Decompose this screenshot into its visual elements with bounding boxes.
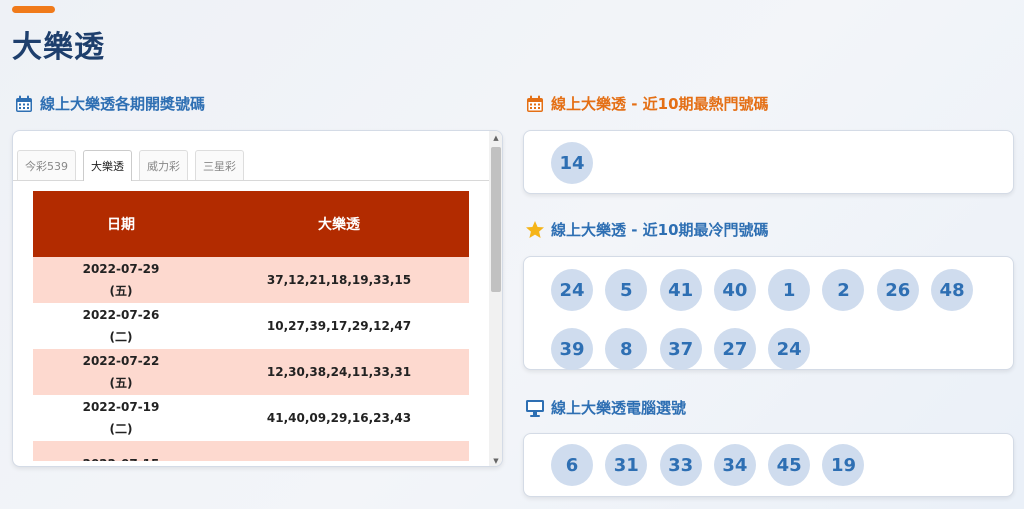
- number-ball: 39: [551, 328, 593, 370]
- computer-heading: 線上大樂透電腦選號: [525, 397, 686, 418]
- tab-lotto[interactable]: 大樂透: [83, 150, 132, 181]
- number-ball: 31: [605, 444, 648, 486]
- cold-heading: 線上大樂透 - 近10期最冷門號碼: [525, 219, 769, 240]
- number-ball: 41: [659, 269, 702, 311]
- row-date: 2022-07-26: [82, 308, 160, 322]
- row-date-cell: 2022-07-22 (五): [33, 349, 209, 395]
- lottery-tabs: 今彩539 大樂透 威力彩 三星彩: [13, 141, 489, 181]
- number-ball: 1: [768, 269, 811, 311]
- results-table-wrap: 日期 大樂透 2022-07-29 (五) 37,12,21,18,19,33,1…: [33, 191, 469, 461]
- number-ball: 6: [551, 444, 593, 486]
- tab-539[interactable]: 今彩539: [17, 150, 76, 180]
- scrollbar[interactable]: ▲ ▼: [489, 131, 502, 466]
- row-date-cell: 2022-07-26 (二): [33, 303, 209, 349]
- row-date: 2022-07-15: [33, 453, 209, 461]
- number-ball: 26: [876, 269, 919, 311]
- number-ball: 24: [768, 328, 811, 370]
- history-panel[interactable]: 今彩539 大樂透 威力彩 三星彩 日期 大樂透 2022-07-29 (五) 3…: [12, 130, 503, 467]
- cold-heading-label: 線上大樂透 - 近10期最冷門號碼: [551, 221, 769, 239]
- row-weekday: (二): [109, 330, 133, 344]
- column-header-numbers: 大樂透: [209, 191, 469, 257]
- row-weekday: (五): [109, 376, 133, 390]
- scroll-down-arrow-icon[interactable]: ▼: [489, 454, 502, 466]
- column-header-date: 日期: [33, 191, 209, 257]
- table-row: 2022-07-15: [33, 441, 469, 461]
- results-table: 日期 大樂透 2022-07-29 (五) 37,12,21,18,19,33,1…: [33, 191, 469, 461]
- calendar-icon: [525, 94, 545, 114]
- number-ball: 8: [605, 328, 648, 370]
- star-icon: [525, 220, 545, 240]
- row-numbers: 37,12,21,18,19,33,15: [209, 257, 469, 303]
- monitor-icon: [525, 398, 545, 418]
- number-ball: 45: [768, 444, 811, 486]
- number-ball: 34: [713, 444, 756, 486]
- row-date: 2022-07-22: [82, 354, 160, 368]
- row-numbers: 41,40,09,29,16,23,43: [209, 395, 469, 441]
- hot-heading-label: 線上大樂透 - 近10期最熱門號碼: [551, 95, 769, 113]
- row-weekday: (五): [109, 284, 133, 298]
- table-row: 2022-07-19 (二) 41,40,09,29,16,23,43: [33, 395, 469, 441]
- number-ball: 5: [605, 269, 648, 311]
- table-row: 2022-07-22 (五) 12,30,38,24,11,33,31: [33, 349, 469, 395]
- cold-numbers-card: 24 5 41 40 1 2 26 48 39 8 37 27 24: [523, 256, 1014, 370]
- row-date-cell: 2022-07-19 (二): [33, 395, 209, 441]
- hot-heading: 線上大樂透 - 近10期最熱門號碼: [525, 93, 769, 114]
- number-ball: 40: [713, 269, 756, 311]
- row-date-cell: 2022-07-15: [33, 441, 209, 461]
- row-date: 2022-07-29: [82, 262, 160, 276]
- number-ball: 33: [659, 444, 702, 486]
- number-ball: 14: [551, 142, 593, 184]
- computer-heading-label: 線上大樂透電腦選號: [551, 399, 687, 417]
- scroll-up-arrow-icon[interactable]: ▲: [489, 131, 502, 145]
- row-numbers: [209, 441, 469, 461]
- number-ball: 24: [551, 269, 593, 311]
- number-ball: 2: [822, 269, 865, 311]
- number-ball: 27: [713, 328, 756, 370]
- calendar-icon: [14, 94, 34, 114]
- page-title: 大樂透: [12, 30, 105, 65]
- hot-numbers-card: 14: [523, 130, 1014, 194]
- table-row: 2022-07-29 (五) 37,12,21,18,19,33,15: [33, 257, 469, 303]
- tab-3star[interactable]: 三星彩: [195, 150, 244, 180]
- number-ball: 48: [931, 269, 974, 311]
- page: 大樂透 線上大樂透各期開獎號碼 今彩539 大樂透 威力彩 三星彩 日期 大樂透…: [0, 0, 1024, 509]
- tab-power[interactable]: 威力彩: [139, 150, 188, 180]
- row-date: 2022-07-19: [82, 400, 160, 414]
- table-row: 2022-07-26 (二) 10,27,39,17,29,12,47: [33, 303, 469, 349]
- row-date-cell: 2022-07-29 (五): [33, 257, 209, 303]
- history-heading: 線上大樂透各期開獎號碼: [14, 93, 205, 114]
- accent-bar: [12, 6, 55, 13]
- row-numbers: 12,30,38,24,11,33,31: [209, 349, 469, 395]
- scroll-thumb[interactable]: [491, 147, 501, 292]
- history-heading-label: 線上大樂透各期開獎號碼: [40, 95, 206, 113]
- number-ball: 19: [822, 444, 865, 486]
- row-weekday: (二): [109, 422, 133, 436]
- row-numbers: 10,27,39,17,29,12,47: [209, 303, 469, 349]
- computer-numbers-card: 6 31 33 34 45 19: [523, 433, 1014, 497]
- number-ball: 37: [659, 328, 702, 370]
